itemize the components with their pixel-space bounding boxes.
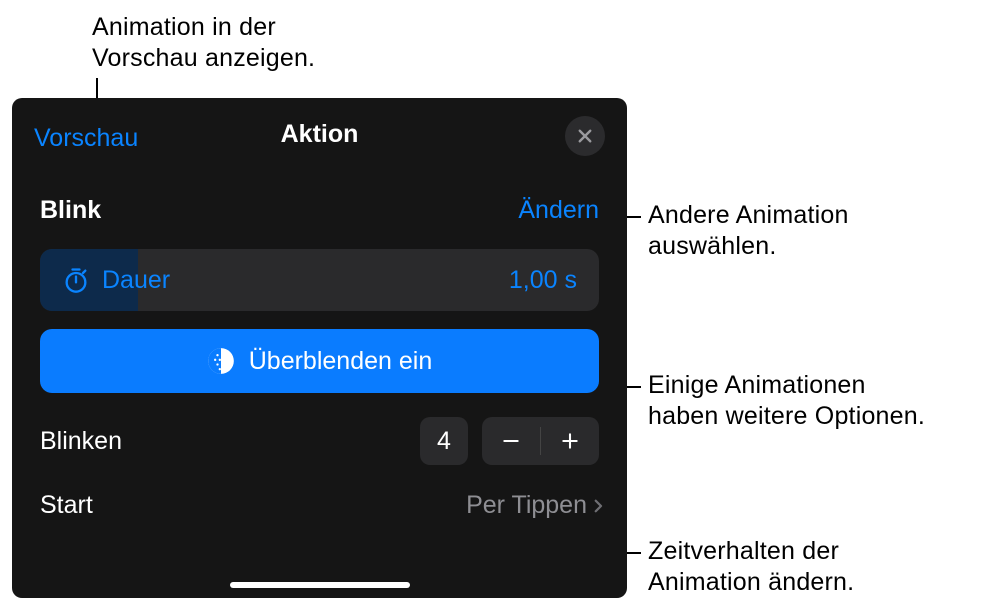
duration-left: Dauer [62,266,170,295]
callout-timing: Zeitverhalten der Animation ändern. [648,536,854,599]
blink-row: Blinken 4 [12,393,627,465]
callout-change: Andere Animation auswählen. [648,200,849,263]
animation-name: Blink [40,196,101,225]
change-animation-link[interactable]: Ändern [518,196,599,225]
duration-value: 1,00 s [509,266,577,295]
callout-preview: Animation in der Vorschau anzeigen. [92,12,315,75]
blink-stepper [482,417,599,465]
blend-icon [207,347,235,375]
home-indicator [230,582,410,588]
stepper-minus-button[interactable] [482,417,540,465]
plus-icon [560,431,580,451]
chevron-right-icon [589,493,607,519]
start-label: Start [40,491,93,520]
action-panel: Vorschau Aktion Blink Ändern Dauer 1,00 … [12,98,627,598]
blend-label: Überblenden ein [249,347,432,376]
close-button[interactable] [565,116,605,156]
callout-options: Einige Animationen haben weitere Optione… [648,370,925,433]
minus-icon [501,431,521,451]
close-icon [576,127,594,145]
start-value: Per Tippen [466,491,587,520]
blink-controls: 4 [420,417,599,465]
start-row[interactable]: Start Per Tippen [12,465,627,520]
stepper-plus-button[interactable] [541,417,599,465]
timer-icon [62,266,90,294]
animation-section-header: Blink Ändern [12,166,627,243]
duration-slider[interactable]: Dauer 1,00 s [40,249,599,311]
panel-header: Vorschau [12,98,627,166]
blink-label: Blinken [40,427,122,456]
start-value-wrap: Per Tippen [466,491,607,520]
blink-count-field[interactable]: 4 [420,417,468,465]
duration-label: Dauer [102,266,170,295]
preview-link[interactable]: Vorschau [34,124,138,153]
blend-toggle-button[interactable]: Überblenden ein [40,329,599,393]
